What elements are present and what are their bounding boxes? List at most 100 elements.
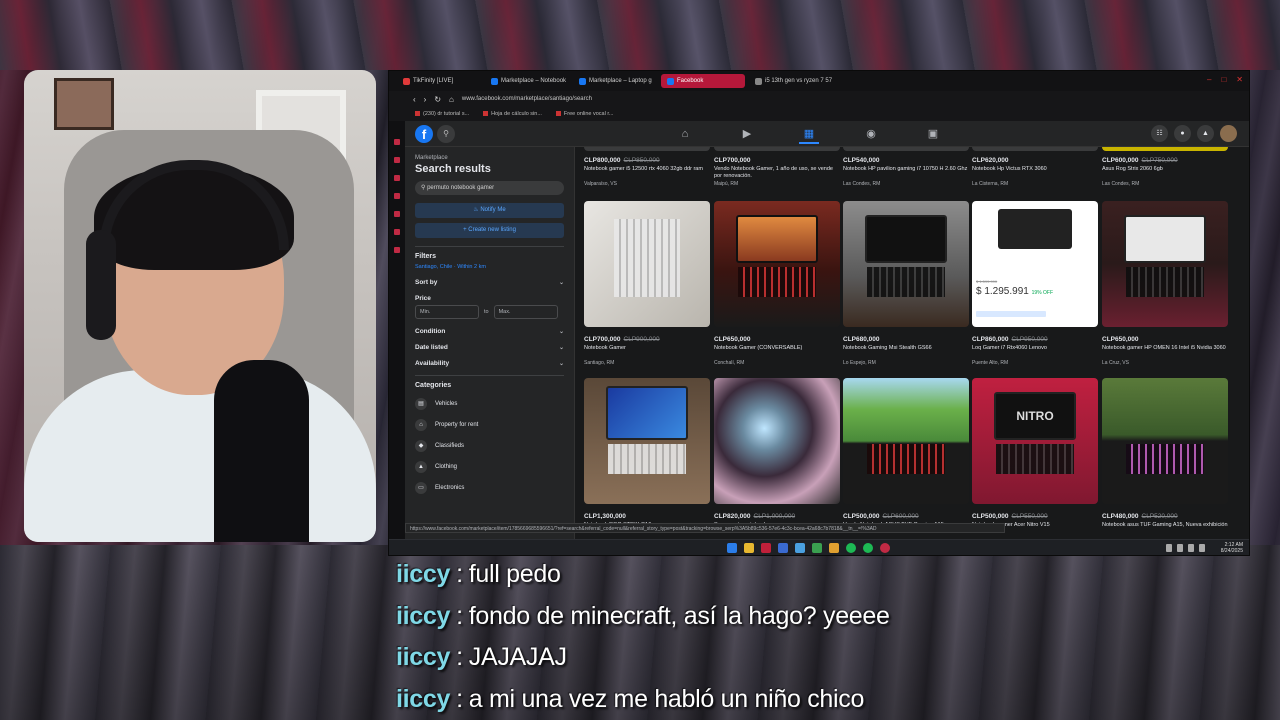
tab-marketplace-notebook[interactable]: Marketplace – Notebook (485, 74, 569, 88)
url-field[interactable]: www.facebook.com/marketplace/santiago/se… (462, 96, 592, 102)
app-icon[interactable] (829, 543, 839, 553)
chevron-down-icon: ⌄ (558, 361, 564, 367)
facebook-logo-icon[interactable]: f (415, 125, 433, 143)
video-nav-icon[interactable]: ▶ (737, 124, 757, 144)
home-icon[interactable]: ⌂ (449, 95, 454, 104)
listing-card[interactable]: $ 1.599.990 $ 1.295.991 19% OFF CLP860,0… (972, 201, 1098, 366)
sidebar-app-icon[interactable] (394, 139, 400, 145)
chat-separator: : (456, 684, 463, 713)
app-icon[interactable] (795, 543, 805, 553)
tab-marketplace-laptop[interactable]: Marketplace – Laptop g (573, 74, 657, 88)
bookmark-item[interactable]: (230) dr tutorial s... (415, 111, 469, 117)
app-icon[interactable] (812, 543, 822, 553)
maximize-icon[interactable]: □ (1221, 75, 1226, 84)
bookmark-item[interactable]: Hoja de cálculo sin... (483, 111, 542, 117)
listing-card[interactable]: CLP1,300,000 Notebook ROG STRIX G16 (584, 378, 710, 536)
start-icon[interactable] (727, 543, 737, 553)
min-price-input[interactable]: Min. (415, 305, 479, 319)
sidebar-app-icon[interactable] (394, 193, 400, 199)
clock-date: 8/24/2025 (1220, 548, 1243, 554)
listing-card[interactable]: CLP650,000 Notebook Gamer (CONVERSABLE) … (714, 201, 840, 366)
keyboard-graphic (738, 267, 816, 297)
chat-text: fondo de minecraft, así la hago? yeeee (468, 601, 890, 630)
price-value: CLP600,000 (1102, 157, 1139, 164)
avatar[interactable] (1220, 125, 1237, 142)
tray-icon[interactable] (1177, 544, 1183, 552)
condition-dropdown[interactable]: Condition ⌄ (415, 328, 564, 335)
app-icon[interactable] (778, 543, 788, 553)
home-nav-icon[interactable]: ⌂ (675, 124, 695, 144)
tab-i5-vs-ryzen[interactable]: i5 13th gen vs ryzen 7 57 (749, 74, 833, 88)
spotify-icon[interactable] (846, 543, 856, 553)
breadcrumb[interactable]: Marketplace (415, 155, 564, 161)
promo-price: $ 1.295.991 19% OFF (976, 286, 1053, 297)
listing-card[interactable]: NITRO CLP500,000 CLP550,000 Notebook game… (972, 378, 1098, 536)
listing-price: CLP500,000 CLP600,000 (843, 513, 969, 520)
file-explorer-icon[interactable] (744, 543, 754, 553)
sidebar-app-icon[interactable] (394, 175, 400, 181)
forward-icon[interactable]: › (424, 95, 427, 104)
divider (415, 246, 564, 247)
tray-icon[interactable] (1166, 544, 1172, 552)
minimize-icon[interactable]: – (1207, 75, 1211, 84)
listing-card[interactable]: CLP650,000 Notebook gamer HP OMEN 16 Int… (1102, 201, 1228, 366)
taskbar-clock[interactable]: 2:12 AM 8/24/2025 (1221, 542, 1243, 554)
listing-card[interactable]: CLP620,000 Notebook Hp Victus RTX 3060 L… (972, 147, 1098, 187)
sort-by-dropdown[interactable]: Sort by ⌄ (415, 279, 564, 286)
category-property-rent[interactable]: ⌂ Property for rent (415, 419, 564, 431)
category-vehicles[interactable]: ▤ Vehicles (415, 398, 564, 410)
location-filter[interactable]: Santiago, Chile · Within 2 km (415, 264, 564, 270)
category-clothing[interactable]: ▲ Clothing (415, 461, 564, 473)
back-icon[interactable]: ‹ (413, 95, 416, 104)
search-icon[interactable]: ⚲ (437, 125, 455, 143)
sidebar-app-icon[interactable] (394, 211, 400, 217)
max-price-input[interactable]: Max. (493, 305, 558, 319)
sidebar-app-icon[interactable] (394, 229, 400, 235)
tab-tikfinity[interactable]: TikFinity [LIVE] (397, 74, 481, 88)
listing-location: Conchalí, RM (714, 360, 745, 366)
opera-gx-icon[interactable] (761, 543, 771, 553)
volume-icon[interactable] (1199, 544, 1205, 552)
tab-facebook[interactable]: Facebook (661, 74, 745, 88)
bookmark-item[interactable]: Free online vocal r... (556, 111, 614, 117)
listing-card[interactable]: CLP800,000 CLP850,000 Notebook gamer i5 1… (584, 147, 710, 187)
availability-dropdown[interactable]: Availability ⌄ (415, 360, 564, 367)
menu-grid-icon[interactable]: ☷ (1151, 125, 1168, 142)
spotify-icon[interactable] (863, 543, 873, 553)
listing-card[interactable]: CLP820,000CLP1,000,000 Se permuta notebo… (714, 378, 840, 536)
laptop-screen-graphic (1124, 215, 1206, 263)
marketplace-nav-icon[interactable]: ▦ (799, 124, 819, 144)
reload-icon[interactable]: ↻ (434, 95, 441, 104)
messenger-icon[interactable]: ● (1174, 125, 1191, 142)
notifications-icon[interactable]: ▲ (1197, 125, 1214, 142)
listing-location: Valparaíso, VS (584, 181, 617, 187)
sidebar-app-icon[interactable] (394, 157, 400, 163)
category-electronics[interactable]: ▭ Electronics (415, 482, 564, 494)
listing-image (714, 378, 840, 504)
listing-card[interactable]: CLP700,000 Vendo Notebook Gamer, 1 año d… (714, 147, 840, 187)
wifi-icon[interactable] (1188, 544, 1194, 552)
listing-card[interactable]: CLP480,000 CLP520,000 Notebook asus TUF G… (1102, 378, 1228, 536)
old-price: CLP750,000 (1141, 157, 1178, 164)
listing-card[interactable]: CLP540,000 Notebook HP pavilion gaming i… (843, 147, 969, 187)
gaming-nav-icon[interactable]: ▣ (923, 124, 943, 144)
listing-card[interactable]: CLP700,000 CLP900,000 Notebook Gamer Sant… (584, 201, 710, 366)
create-listing-button[interactable]: + Create new listing (415, 223, 564, 238)
notify-me-button[interactable]: ♨ Notify Me (415, 203, 564, 218)
listing-card[interactable]: CLP500,000CLP600,000 Vendo Notebook ASUS… (843, 378, 969, 536)
listing-card[interactable]: CLP680,000 Notebook Gaming Msi Stealth G… (843, 201, 969, 366)
windows-taskbar: 2:12 AM 8/24/2025 (389, 539, 1249, 555)
date-listed-label: Date listed (415, 344, 448, 351)
category-classifieds[interactable]: ◆ Classifieds (415, 440, 564, 452)
close-icon[interactable]: ✕ (1236, 75, 1243, 84)
availability-label: Availability (415, 360, 450, 367)
search-input[interactable]: ⚲ permuto notebook gamer (415, 181, 564, 195)
groups-nav-icon[interactable]: ◉ (861, 124, 881, 144)
chevron-down-icon: ⌄ (558, 280, 564, 286)
app-icon[interactable] (880, 543, 890, 553)
sidebar-app-icon[interactable] (394, 247, 400, 253)
date-listed-dropdown[interactable]: Date listed ⌄ (415, 344, 564, 351)
listing-card[interactable]: CLP600,000 CLP750,000 Asus Rog Strix 2060… (1102, 147, 1228, 187)
webcam-feed (24, 70, 376, 542)
promo-price-value: $ 1.295.991 (976, 286, 1029, 297)
